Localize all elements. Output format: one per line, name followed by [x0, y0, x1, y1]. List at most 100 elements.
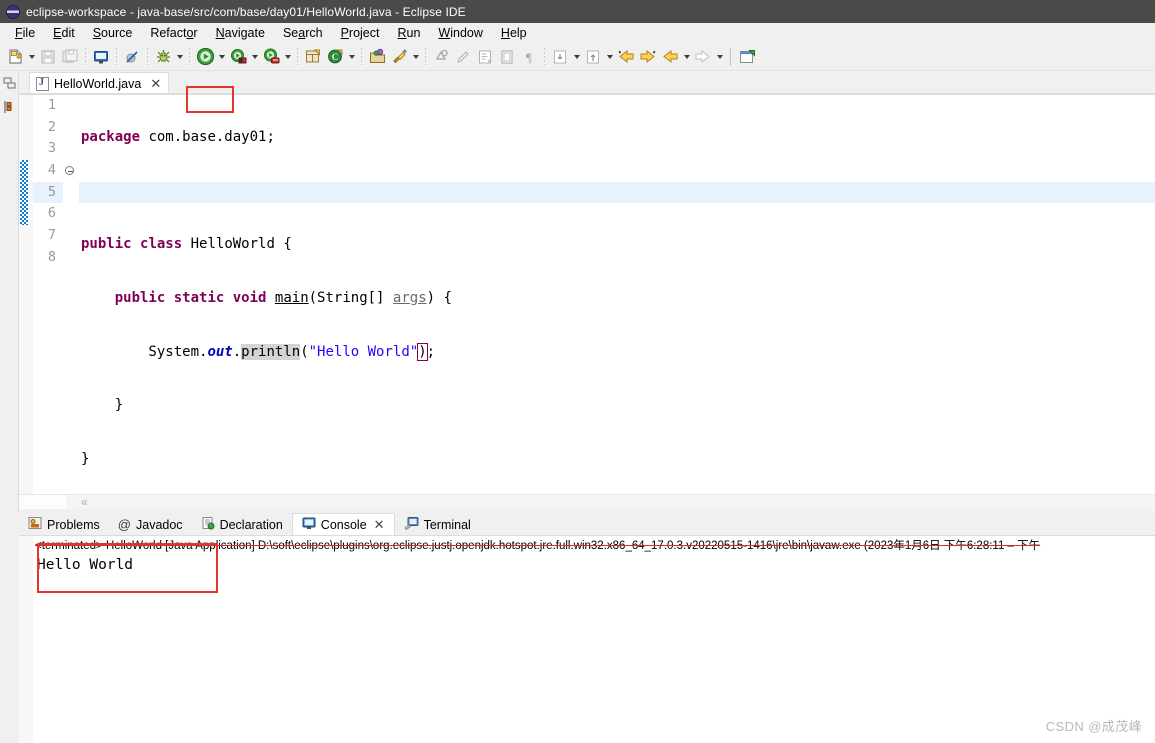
problems-icon	[28, 516, 42, 533]
menu-edit[interactable]: Edit	[44, 26, 84, 40]
code-line-1: package com.base.day01;	[81, 129, 275, 145]
svg-text:¶: ¶	[526, 50, 532, 65]
chevron-left-icon[interactable]: «	[81, 496, 88, 508]
menu-search[interactable]: Search	[274, 26, 332, 40]
line-number: 8	[47, 248, 56, 265]
run-icon[interactable]	[194, 46, 216, 68]
editor-tab-helloworld[interactable]: HelloWorld.java ✕	[29, 72, 170, 94]
new-console-view-icon[interactable]	[90, 46, 112, 68]
run-dropdown-caret[interactable]	[216, 46, 227, 68]
next-edit-location-icon[interactable]	[637, 46, 659, 68]
previous-annotation-caret[interactable]	[604, 46, 615, 68]
menubar: File Edit Source Refactor Navigate Searc…	[0, 23, 1155, 43]
tab-declaration[interactable]: Declaration	[192, 513, 292, 536]
coverage-icon[interactable]	[227, 46, 249, 68]
main-toolbar: C ¶	[0, 43, 1155, 113]
javadoc-at-icon: @	[117, 517, 131, 532]
skip-breakpoints-icon[interactable]	[121, 46, 143, 68]
menu-window[interactable]: Window	[429, 26, 491, 40]
window-title: eclipse-workspace - java-base/src/com/ba…	[26, 4, 466, 19]
code-line-7: }	[81, 451, 90, 468]
tab-label: Problems	[47, 517, 100, 532]
menu-refactor[interactable]: Refactor	[141, 26, 206, 40]
last-edit-location-icon[interactable]	[615, 46, 637, 68]
back-icon[interactable]	[659, 46, 681, 68]
close-icon[interactable]: ✕	[374, 518, 385, 531]
console-view[interactable]: <terminated> HelloWorld [Java Applicatio…	[19, 536, 1155, 743]
debug-dropdown-caret[interactable]	[174, 46, 185, 68]
restore-package-explorer-icon[interactable]	[0, 71, 19, 95]
pilcrow-icon[interactable]: ¶	[518, 46, 540, 68]
restore-outline-icon[interactable]	[0, 95, 19, 119]
bottom-left-trim	[0, 512, 19, 743]
external-tools-icon[interactable]	[260, 46, 282, 68]
show-whitespace-icon[interactable]	[474, 46, 496, 68]
change-bar	[20, 160, 28, 225]
line-number: 5	[47, 183, 56, 200]
tab-problems[interactable]: Problems	[19, 513, 109, 536]
line-number: 3	[47, 140, 56, 157]
search-dropdown-caret[interactable]	[410, 46, 421, 68]
editor-tab-label: HelloWorld.java	[54, 76, 142, 91]
new-icon[interactable]	[4, 46, 26, 68]
menu-navigate[interactable]: Navigate	[207, 26, 274, 40]
window-titlebar: eclipse-workspace - java-base/src/com/ba…	[0, 0, 1155, 23]
tab-label: Declaration	[219, 517, 283, 532]
tab-console[interactable]: Console ✕	[291, 513, 395, 536]
tab-terminal[interactable]: Terminal	[395, 513, 480, 536]
menu-help[interactable]: Help	[492, 26, 536, 40]
new-class-dropdown-caret[interactable]	[346, 46, 357, 68]
pencil-icon[interactable]	[452, 46, 474, 68]
close-icon[interactable]: ✕	[150, 77, 161, 90]
new-dropdown-caret[interactable]	[26, 46, 37, 68]
code-editor[interactable]: 1 2 3 4 5 6 7 8 package com.base.day01; …	[19, 94, 1155, 494]
bottom-panel: Problems @ Javadoc Declaration Console ✕…	[19, 512, 1155, 743]
block-selection-icon[interactable]	[496, 46, 518, 68]
next-annotation-caret[interactable]	[571, 46, 582, 68]
forward-icon[interactable]	[692, 46, 714, 68]
eclipse-ide-window: eclipse-workspace - java-base/src/com/ba…	[0, 0, 1155, 743]
save-all-icon[interactable]	[59, 46, 81, 68]
declaration-icon	[201, 516, 215, 533]
forward-dropdown-caret[interactable]	[714, 46, 725, 68]
code-text[interactable]: package com.base.day01; public class Hel…	[77, 95, 1155, 494]
tab-label: Terminal	[423, 517, 471, 532]
external-tools-dropdown-caret[interactable]	[282, 46, 293, 68]
debug-icon[interactable]	[152, 46, 174, 68]
scrollbar-thumb[interactable]	[19, 495, 66, 509]
new-java-project-icon[interactable]	[302, 46, 324, 68]
java-file-icon	[36, 76, 49, 91]
menu-source[interactable]: Source	[84, 26, 142, 40]
tab-label: Javadoc	[136, 517, 183, 532]
new-editor-icon[interactable]	[736, 46, 758, 68]
line-number: 2	[47, 118, 56, 135]
collapse-method-icon[interactable]	[65, 166, 74, 175]
menu-file[interactable]: File	[6, 26, 44, 40]
line-number: 4	[47, 162, 56, 179]
next-annotation-icon[interactable]	[549, 46, 571, 68]
tab-javadoc[interactable]: @ Javadoc	[109, 513, 192, 536]
editor-horizontal-scrollbar[interactable]: «	[19, 494, 1155, 509]
search-icon[interactable]	[388, 46, 410, 68]
coverage-dropdown-caret[interactable]	[249, 46, 260, 68]
new-class-icon[interactable]: C	[324, 46, 346, 68]
editor-marker-bar[interactable]	[19, 95, 33, 494]
editor-area: HelloWorld.java ✕ 1 2 3 4 5 6 7 8	[19, 71, 1155, 509]
console-icon	[302, 516, 316, 533]
code-line-3: public class HelloWorld {	[81, 236, 292, 253]
back-dropdown-caret[interactable]	[681, 46, 692, 68]
previous-annotation-icon[interactable]	[582, 46, 604, 68]
line-number: 6	[47, 205, 56, 222]
menu-project[interactable]: Project	[332, 26, 389, 40]
open-type-icon[interactable]	[366, 46, 388, 68]
mark-occurrences-icon[interactable]	[430, 46, 452, 68]
tab-label: Console	[320, 517, 367, 532]
menu-run[interactable]: Run	[388, 26, 429, 40]
console-launch-line: <terminated> HelloWorld [Java Applicatio…	[35, 540, 1041, 552]
terminal-icon	[403, 516, 419, 533]
console-output-text: Hello World	[37, 557, 134, 573]
code-line-4: public static void main(String[] args) {	[114, 290, 452, 307]
save-icon[interactable]	[37, 46, 59, 68]
console-gutter	[19, 536, 33, 743]
